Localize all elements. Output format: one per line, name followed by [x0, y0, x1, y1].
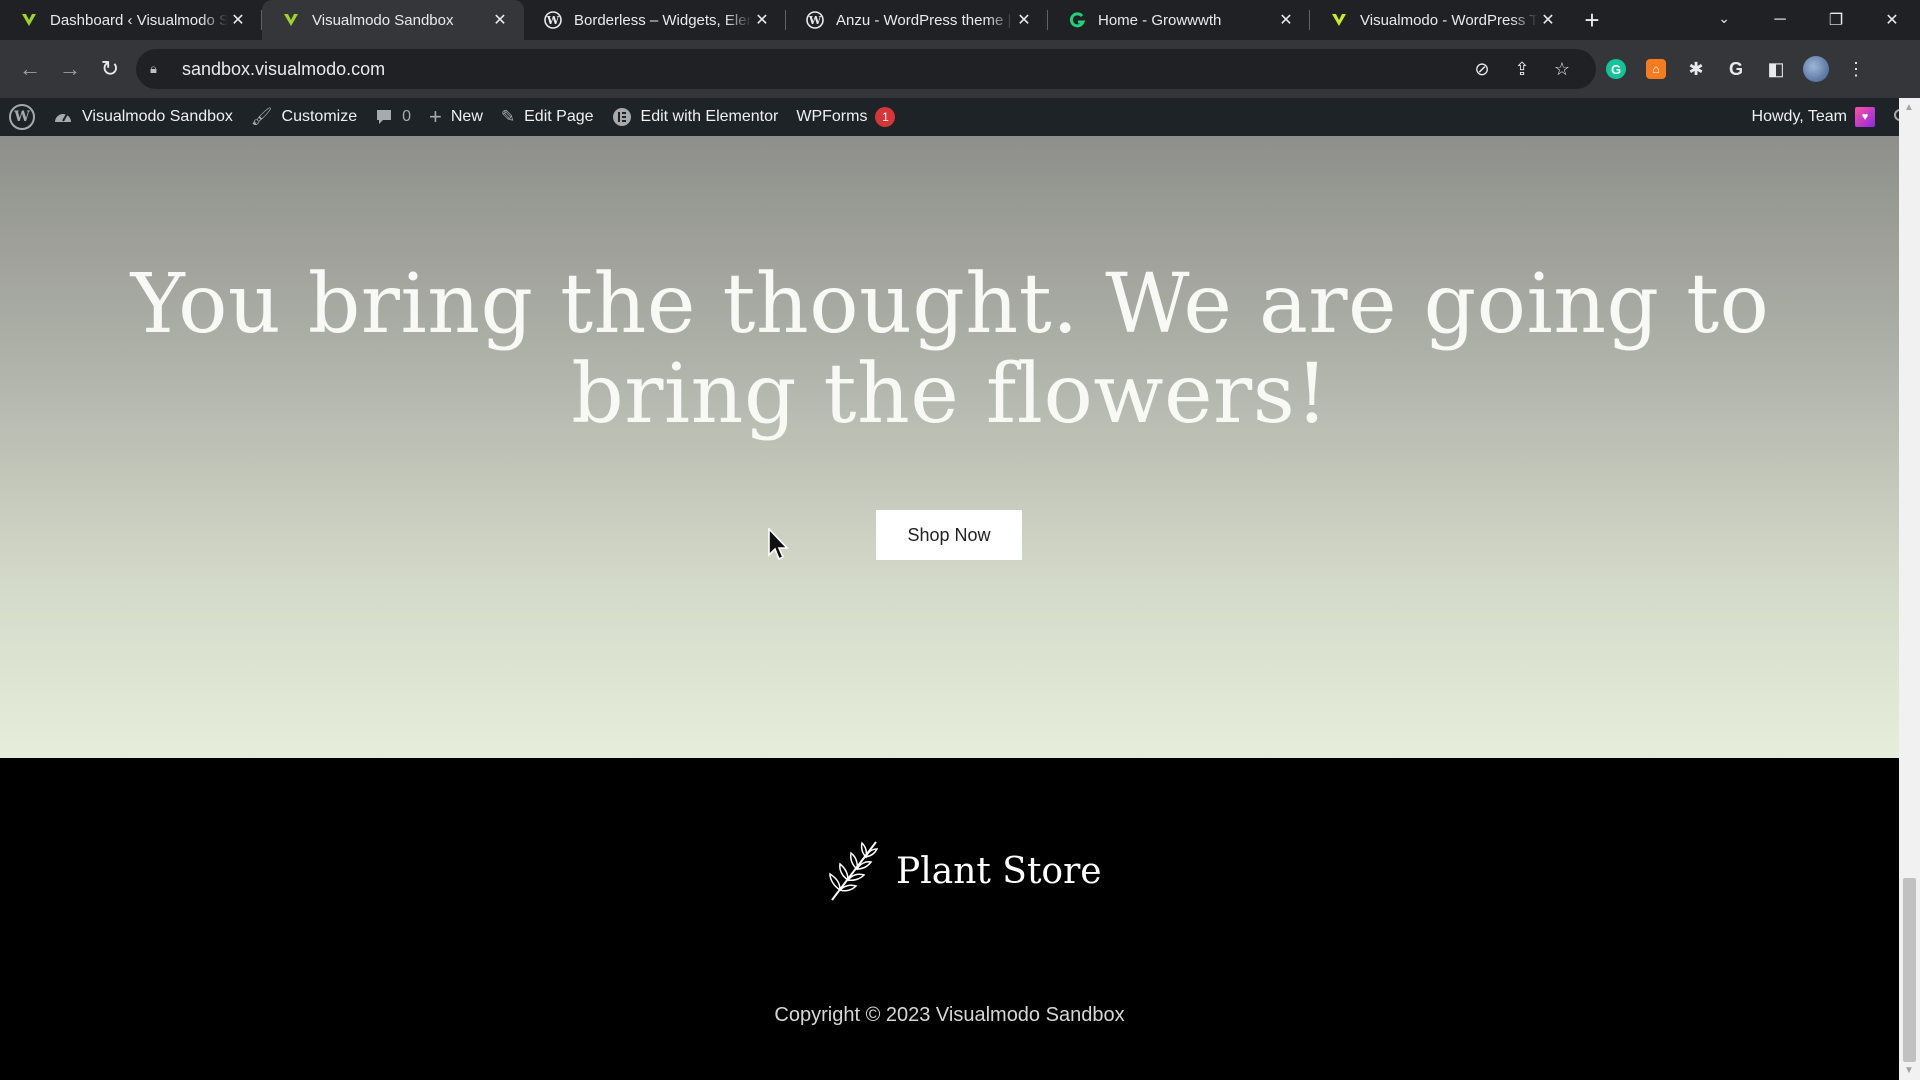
- tab-title: Visualmodo - WordPress Themes: [1360, 11, 1538, 29]
- side-panel-icon[interactable]: ◧: [1756, 49, 1796, 89]
- lock-icon[interactable]: 🔒︎: [150, 61, 164, 77]
- elementor-label: Edit with Elementor: [640, 108, 779, 125]
- wp-admin-bar: W Visualmodo Sandbox 🖌︎ Customize 0 + Ne…: [0, 98, 1920, 136]
- comments-link[interactable]: 0: [366, 98, 420, 136]
- pencil-icon: ✎: [500, 107, 516, 126]
- wp-logo-button[interactable]: W: [0, 98, 44, 136]
- close-icon[interactable]: ✕: [1276, 10, 1296, 30]
- my-account-link[interactable]: Howdy, Team ♥: [1743, 98, 1884, 136]
- scroll-down-arrow-icon[interactable]: ▼: [1904, 1065, 1914, 1076]
- close-icon[interactable]: ✕: [752, 10, 772, 30]
- elementor-icon: [612, 107, 632, 127]
- growwwth-icon: [1068, 11, 1086, 29]
- tab-title: Dashboard ‹ Visualmodo Sandbox: [50, 11, 228, 29]
- close-window-icon[interactable]: ✕: [1864, 10, 1920, 30]
- visualmodo-v-icon: [20, 11, 38, 29]
- mouse-pointer-icon: [768, 528, 789, 561]
- new-content-link[interactable]: + New: [420, 98, 492, 136]
- tab-visualmodo-themes[interactable]: Visualmodo - WordPress Themes ✕: [1310, 0, 1572, 40]
- fern-leaf-icon: [829, 841, 879, 901]
- wpforms-label: WPForms: [796, 108, 868, 125]
- customize-link[interactable]: 🖌︎ Customize: [242, 98, 366, 136]
- wpforms-link[interactable]: WPForms 1: [787, 98, 904, 136]
- close-icon[interactable]: ✕: [1538, 10, 1558, 30]
- user-avatar: ♥: [1855, 107, 1875, 127]
- grammarly-extension-icon[interactable]: G: [1596, 49, 1636, 89]
- howdy-label: Howdy, Team: [1751, 108, 1847, 125]
- wordpress-icon: W: [806, 11, 824, 29]
- site-name-label: Visualmodo Sandbox: [82, 108, 233, 125]
- new-label: New: [450, 108, 483, 125]
- site-name-link[interactable]: Visualmodo Sandbox: [44, 98, 242, 136]
- kebab-menu-icon[interactable]: ⋮: [1836, 49, 1876, 89]
- tab-visualmodo-sandbox[interactable]: Visualmodo Sandbox ✕: [262, 0, 524, 40]
- browser-toolbar: ← → ↻ 🔒︎ sandbox.visualmodo.com ⊘ ⇪ ☆ G …: [0, 40, 1920, 98]
- minimize-icon[interactable]: ─: [1752, 11, 1808, 29]
- visualmodo-v-icon: [282, 11, 300, 29]
- restore-icon[interactable]: ❐: [1808, 10, 1864, 30]
- comment-bubble-icon: [375, 108, 393, 126]
- close-icon[interactable]: ✕: [490, 10, 510, 30]
- edit-page-label: Edit Page: [524, 108, 594, 125]
- scrollbar-thumb[interactable]: [1903, 878, 1916, 1062]
- tab-title: Home - Growwwth: [1098, 11, 1222, 29]
- wpforms-notification-badge: 1: [875, 107, 896, 127]
- page-scrollbar[interactable]: ▲ ▼: [1899, 98, 1920, 1080]
- edit-page-link[interactable]: ✎ Edit Page: [492, 98, 603, 136]
- tab-search-chevron-icon[interactable]: ⌄: [1718, 10, 1730, 27]
- comments-count: 0: [402, 108, 411, 125]
- paintbrush-icon: 🖌︎: [250, 107, 273, 126]
- address-url[interactable]: sandbox.visualmodo.com: [182, 59, 1462, 80]
- copyright-text: Copyright © 2023 Visualmodo Sandbox: [774, 1004, 1125, 1026]
- back-arrow-icon[interactable]: ←: [10, 49, 50, 89]
- close-icon[interactable]: ✕: [228, 10, 248, 30]
- orange-extension-icon[interactable]: ⌂: [1636, 49, 1676, 89]
- new-tab-button[interactable]: +: [1572, 0, 1612, 40]
- window-controls: ─ ❐ ✕: [1752, 0, 1920, 40]
- svg-text:W: W: [546, 14, 560, 27]
- brand-name: Plant Store: [896, 850, 1102, 892]
- tab-title: Borderless – Widgets, Elementor: [574, 11, 752, 29]
- profile-avatar[interactable]: [1796, 49, 1836, 89]
- tab-borderless[interactable]: W Borderless – Widgets, Elementor ✕: [524, 0, 786, 40]
- edit-with-elementor-link[interactable]: Edit with Elementor: [603, 98, 788, 136]
- svg-text:W: W: [808, 14, 822, 27]
- tab-anzu[interactable]: W Anzu - WordPress theme | Visualmodo ✕: [786, 0, 1048, 40]
- google-g-extension-icon[interactable]: G: [1716, 49, 1756, 89]
- footer-logo[interactable]: Plant Store: [826, 838, 1102, 904]
- share-icon[interactable]: ⇪: [1502, 59, 1542, 80]
- puzzle-extensions-icon[interactable]: ✱: [1676, 49, 1716, 89]
- shop-now-button[interactable]: Shop Now: [876, 510, 1022, 560]
- tab-dashboard[interactable]: Dashboard ‹ Visualmodo Sandbox ✕: [0, 0, 262, 40]
- hero-section: You bring the thought. We are going to b…: [0, 136, 1899, 758]
- dashboard-gauge-icon: [53, 108, 73, 126]
- address-bar[interactable]: 🔒︎ sandbox.visualmodo.com ⊘ ⇪ ☆: [136, 49, 1596, 89]
- customize-label: Customize: [281, 108, 358, 125]
- wordpress-icon: W: [544, 11, 562, 29]
- eye-slash-icon[interactable]: ⊘: [1462, 59, 1502, 80]
- visualmodo-v-icon: [1330, 11, 1348, 29]
- hero-headline: You bring the thought. We are going to b…: [130, 257, 1770, 442]
- tab-title: Anzu - WordPress theme | Visualmodo: [836, 11, 1014, 29]
- page-viewport: You bring the thought. We are going to b…: [0, 136, 1899, 1080]
- reload-icon[interactable]: ↻: [90, 49, 130, 89]
- close-icon[interactable]: ✕: [1014, 10, 1034, 30]
- wordpress-icon: W: [9, 104, 35, 130]
- browser-tab-strip: Dashboard ‹ Visualmodo Sandbox ✕ Visualm…: [0, 0, 1920, 40]
- scroll-up-arrow-icon[interactable]: ▲: [1904, 102, 1914, 113]
- star-bookmark-icon[interactable]: ☆: [1542, 59, 1582, 80]
- plus-icon: +: [429, 104, 442, 129]
- forward-arrow-icon[interactable]: →: [50, 49, 90, 89]
- tab-title: Visualmodo Sandbox: [312, 11, 454, 29]
- tab-growwwth[interactable]: Home - Growwwth ✕: [1048, 0, 1310, 40]
- site-footer: Plant Store Copyright © 2023 Visualmodo …: [0, 758, 1899, 1080]
